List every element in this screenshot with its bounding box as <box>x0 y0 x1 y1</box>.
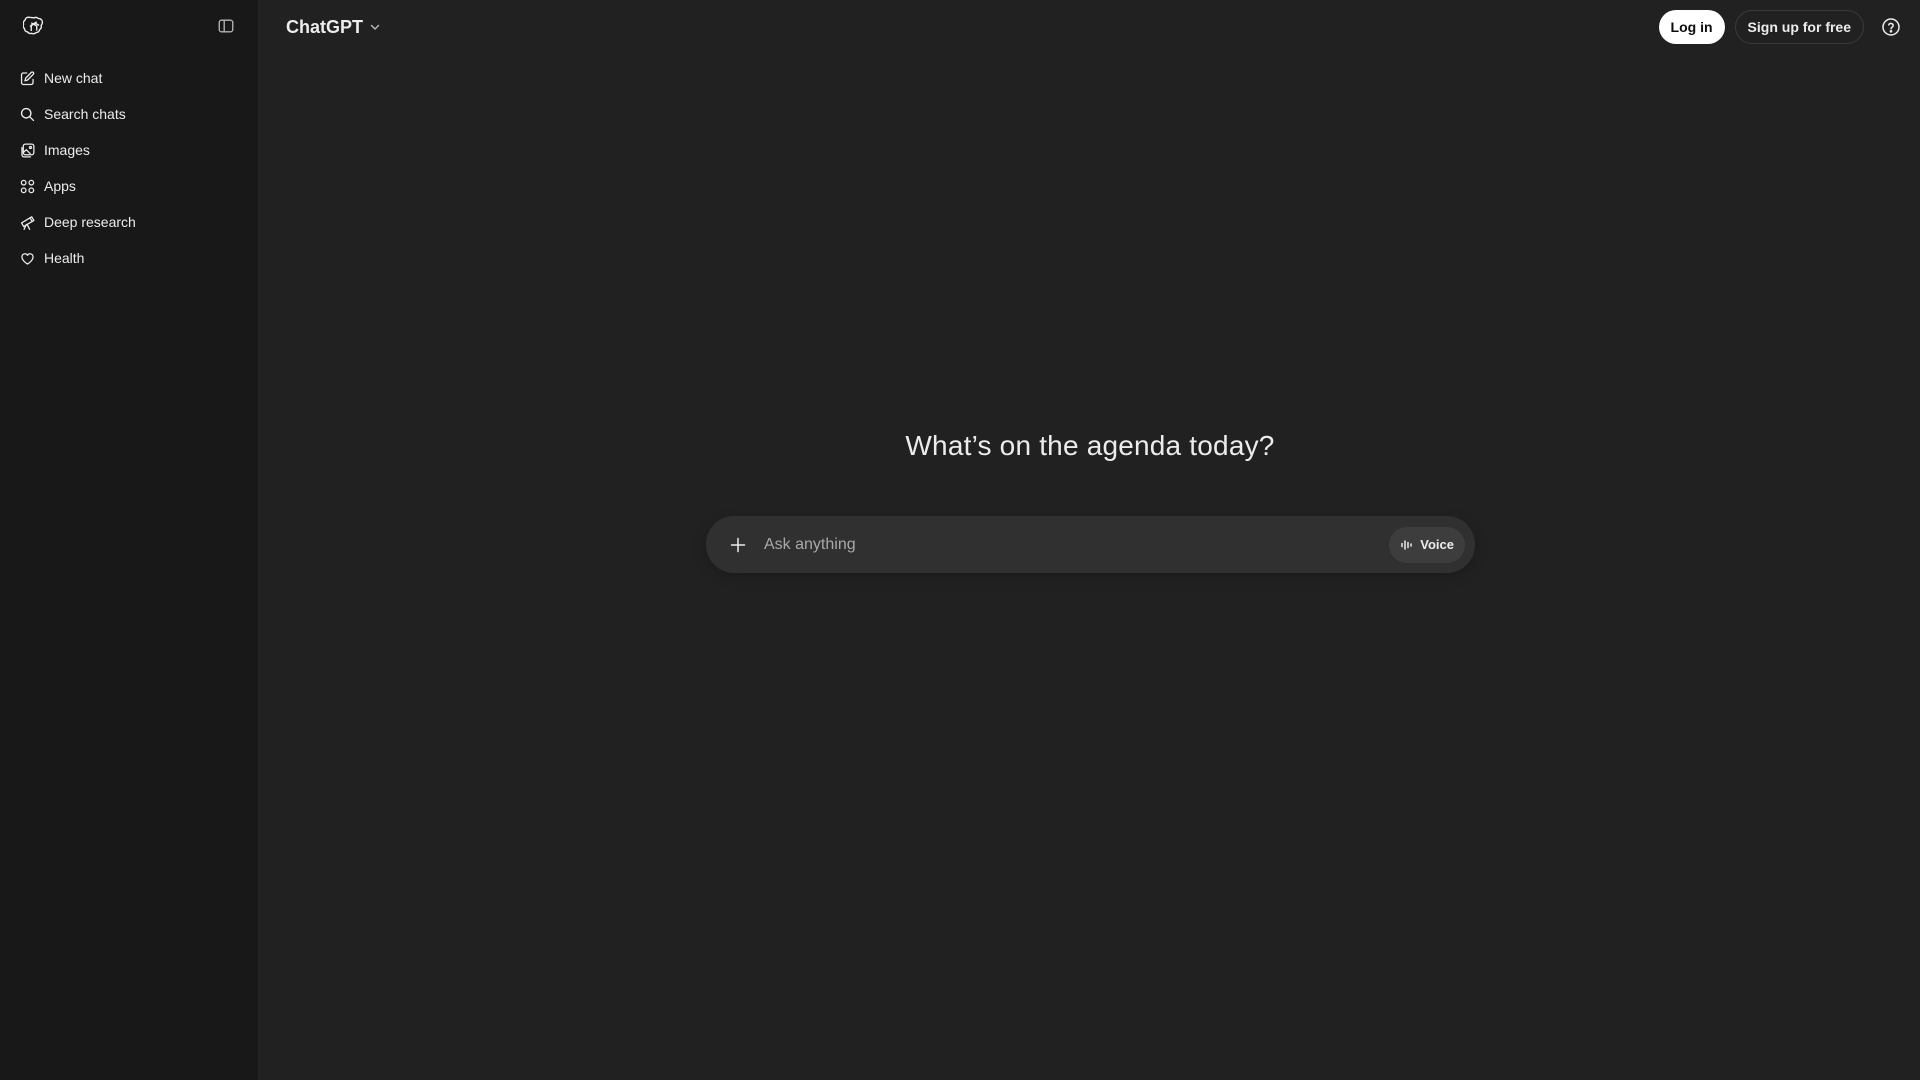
openai-logo-icon[interactable] <box>16 8 52 44</box>
apps-grid-icon <box>18 177 36 195</box>
login-button[interactable]: Log in <box>1658 10 1725 44</box>
sidebar-item-deep-research[interactable]: Deep research <box>6 204 252 240</box>
telescope-icon <box>18 213 36 231</box>
top-header: ChatGPT Log in Sign up for free <box>260 0 1920 54</box>
model-selector[interactable]: ChatGPT <box>278 11 389 44</box>
sidebar-item-search-chats[interactable]: Search chats <box>6 96 252 132</box>
plus-icon[interactable] <box>724 531 752 559</box>
page-title: What’s on the agenda today? <box>905 430 1275 461</box>
sidebar-item-label: Health <box>44 250 85 266</box>
sidebar-toggle-icon[interactable] <box>208 8 244 44</box>
composer: Voice <box>706 516 1475 573</box>
voice-label: Voice <box>1420 537 1454 552</box>
sidebar-item-images[interactable]: Images <box>6 132 252 168</box>
sidebar-nav: New chat Search chats Images Apps Deep r… <box>0 60 258 276</box>
sidebar-item-label: Images <box>44 142 90 158</box>
model-name: ChatGPT <box>286 16 364 37</box>
sidebar-item-new-chat[interactable]: New chat <box>6 60 252 96</box>
sidebar-item-apps[interactable]: Apps <box>6 168 252 204</box>
chevron-down-icon <box>369 21 381 33</box>
voice-button[interactable]: Voice <box>1389 526 1465 563</box>
prompt-input[interactable] <box>762 534 1390 555</box>
sidebar-item-label: New chat <box>44 70 103 86</box>
sidebar-item-label: Deep research <box>44 214 136 230</box>
sidebar-top <box>0 0 258 52</box>
sidebar: New chat Search chats Images Apps Deep r… <box>0 0 259 1080</box>
images-icon <box>18 141 36 159</box>
header-actions: Log in Sign up for free <box>1658 10 1908 44</box>
sidebar-item-label: Search chats <box>44 106 126 122</box>
sidebar-item-label: Apps <box>44 178 76 194</box>
signup-button[interactable]: Sign up for free <box>1734 10 1864 44</box>
sidebar-item-health[interactable]: Health <box>6 240 252 276</box>
search-icon <box>18 105 36 123</box>
help-circle-icon[interactable] <box>1874 10 1908 44</box>
voice-waveform-icon <box>1400 538 1414 552</box>
edit-icon <box>18 69 36 87</box>
heart-icon <box>18 249 36 267</box>
